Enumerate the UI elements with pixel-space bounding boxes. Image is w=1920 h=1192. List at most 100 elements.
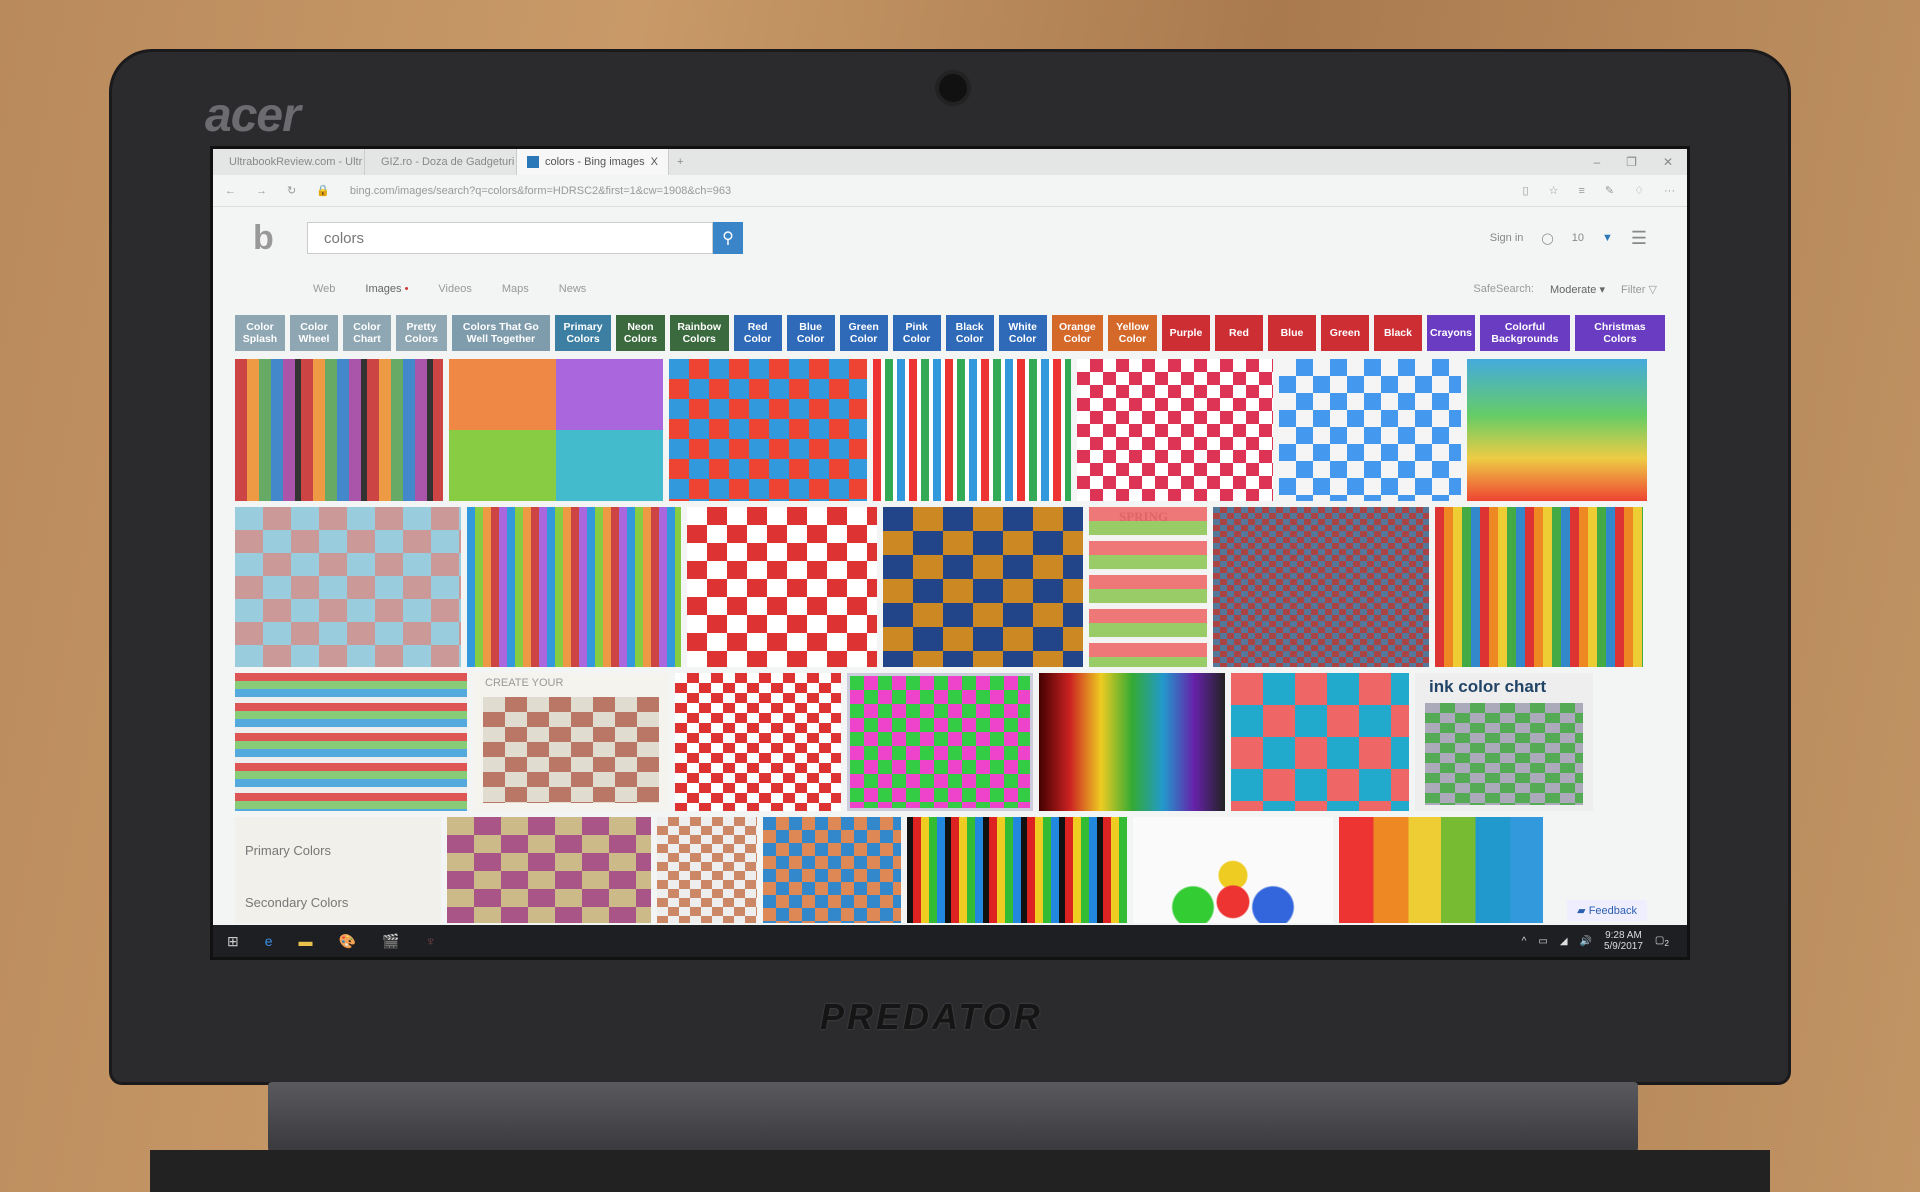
- user-icon[interactable]: ◯: [1541, 232, 1553, 245]
- image-result[interactable]: [1339, 817, 1543, 923]
- image-result[interactable]: ink color chart: [1415, 673, 1593, 811]
- rewards-count[interactable]: 10: [1572, 232, 1584, 244]
- search-button[interactable]: ⚲: [713, 222, 743, 254]
- wifi-icon[interactable]: ◢: [1560, 936, 1568, 947]
- related-search-chip[interactable]: Crayons: [1426, 315, 1475, 351]
- image-result[interactable]: [467, 507, 681, 667]
- image-result[interactable]: [1213, 507, 1429, 667]
- url-field[interactable]: bing.com/images/search?q=colors&form=HDR…: [350, 185, 1503, 197]
- image-result[interactable]: [1467, 359, 1647, 501]
- image-result[interactable]: [669, 359, 867, 501]
- related-search-chip[interactable]: Color Chart: [342, 315, 391, 351]
- restore-button[interactable]: ❐: [1626, 155, 1637, 169]
- favorite-star-icon[interactable]: ☆: [1549, 184, 1559, 197]
- image-result[interactable]: [235, 507, 461, 667]
- paint-icon[interactable]: 🎨: [339, 933, 356, 950]
- close-tab-icon[interactable]: X: [651, 156, 658, 168]
- image-result[interactable]: [873, 359, 1071, 501]
- windows-start-icon[interactable]: ⊞: [227, 933, 239, 950]
- image-result[interactable]: [657, 817, 757, 923]
- trophy-icon[interactable]: ▼: [1602, 232, 1613, 244]
- nav-web[interactable]: Web: [313, 283, 335, 295]
- related-search-chip[interactable]: Color Wheel: [289, 315, 338, 351]
- related-search-chip[interactable]: Pink Color: [892, 315, 941, 351]
- bing-logo[interactable]: b: [253, 219, 293, 258]
- related-search-chip[interactable]: Green Color: [839, 315, 888, 351]
- image-result[interactable]: [449, 359, 663, 501]
- action-center-icon[interactable]: ▢2: [1655, 935, 1669, 948]
- image-result[interactable]: [1279, 359, 1461, 501]
- related-search-chip[interactable]: Green: [1320, 315, 1369, 351]
- image-result[interactable]: [847, 673, 1033, 811]
- web-note-icon[interactable]: ✎: [1605, 184, 1614, 197]
- related-search-chip[interactable]: Yellow Color: [1108, 315, 1157, 351]
- nav-maps[interactable]: Maps: [502, 283, 529, 295]
- image-result[interactable]: SPRING: [1089, 507, 1207, 667]
- feedback-button[interactable]: ▰ Feedback: [1567, 900, 1647, 921]
- image-result[interactable]: [1039, 673, 1225, 811]
- image-result[interactable]: [1231, 673, 1409, 811]
- related-search-chip[interactable]: Colorful Backgrounds: [1479, 315, 1570, 351]
- nav-news[interactable]: News: [559, 283, 587, 295]
- image-result[interactable]: [675, 673, 841, 811]
- forward-icon[interactable]: →: [256, 185, 267, 197]
- image-result[interactable]: [1077, 359, 1273, 501]
- related-search-chip[interactable]: White Color: [998, 315, 1047, 351]
- predator-app-icon[interactable]: ♆: [425, 933, 436, 949]
- movie-maker-icon[interactable]: 🎬: [382, 933, 399, 950]
- related-search-chip[interactable]: Red Color: [733, 315, 782, 351]
- back-icon[interactable]: ←: [225, 185, 236, 197]
- address-bar-row: ← → ↻ 🔒 bing.com/images/search?q=colors&fo…: [213, 175, 1687, 207]
- related-search-chip[interactable]: Blue: [1267, 315, 1316, 351]
- related-search-chip[interactable]: Red: [1214, 315, 1263, 351]
- related-search-chip[interactable]: Colors That Go Well Together: [451, 315, 550, 351]
- image-result[interactable]: CREATE YOUR: [473, 673, 669, 811]
- related-search-chip[interactable]: Neon Colors: [616, 315, 665, 351]
- related-search-chip[interactable]: Purple: [1161, 315, 1210, 351]
- reading-view-icon[interactable]: ▯: [1523, 184, 1529, 197]
- related-search-chip[interactable]: Primary Colors: [555, 315, 612, 351]
- image-result[interactable]: [763, 817, 901, 923]
- hub-icon[interactable]: ≡: [1578, 185, 1584, 197]
- related-search-chip[interactable]: Color Splash: [235, 315, 285, 351]
- related-search-chip[interactable]: Pretty Colors: [395, 315, 447, 351]
- related-search-chip[interactable]: Black Color: [945, 315, 994, 351]
- image-result[interactable]: [1435, 507, 1643, 667]
- menu-icon[interactable]: ☰: [1631, 228, 1647, 249]
- edge-icon[interactable]: e: [265, 933, 273, 949]
- battery-icon[interactable]: ▭: [1538, 936, 1547, 947]
- related-search-chip[interactable]: Black: [1373, 315, 1422, 351]
- minimize-button[interactable]: –: [1593, 155, 1600, 169]
- nav-images[interactable]: Images •: [365, 283, 408, 295]
- related-search-chip[interactable]: Rainbow Colors: [669, 315, 729, 351]
- related-search-chip[interactable]: Blue Color: [786, 315, 835, 351]
- image-result[interactable]: [907, 817, 1127, 923]
- new-tab-button[interactable]: +: [669, 156, 683, 168]
- refresh-icon[interactable]: ↻: [287, 184, 296, 197]
- tab-gizro[interactable]: GIZ.ro - Doza de Gadgeturi: [365, 149, 517, 175]
- image-result[interactable]: [235, 359, 443, 501]
- more-icon[interactable]: ···: [1664, 185, 1675, 197]
- close-window-button[interactable]: ✕: [1663, 155, 1673, 169]
- tab-bing-images[interactable]: colors - Bing images X: [517, 149, 669, 175]
- show-hidden-icons[interactable]: ^: [1522, 936, 1527, 947]
- image-result[interactable]: [447, 817, 651, 923]
- safesearch-dropdown[interactable]: Moderate ▾: [1550, 283, 1605, 296]
- clock[interactable]: 9:28 AM 5/9/2017: [1604, 930, 1643, 952]
- feedback-label: Feedback: [1588, 905, 1637, 917]
- related-search-chip[interactable]: Christmas Colors: [1574, 315, 1665, 351]
- image-result[interactable]: [1133, 817, 1333, 923]
- file-explorer-icon[interactable]: ▬: [299, 933, 313, 949]
- image-result[interactable]: [883, 507, 1083, 667]
- share-icon[interactable]: ♢: [1634, 184, 1644, 197]
- image-result[interactable]: Primary Colors Secondary Colors: [235, 817, 441, 923]
- volume-icon[interactable]: 🔊: [1580, 936, 1592, 947]
- filter-button[interactable]: Filter ▽: [1621, 283, 1657, 296]
- image-result[interactable]: [235, 673, 467, 811]
- nav-videos[interactable]: Videos: [438, 283, 471, 295]
- related-search-chip[interactable]: Orange Color: [1051, 315, 1103, 351]
- image-result[interactable]: [687, 507, 877, 667]
- search-input[interactable]: colors: [307, 222, 713, 254]
- sign-in-link[interactable]: Sign in: [1490, 232, 1524, 244]
- tab-ultrabookreview[interactable]: UltrabookReview.com - Ultr: [213, 149, 365, 175]
